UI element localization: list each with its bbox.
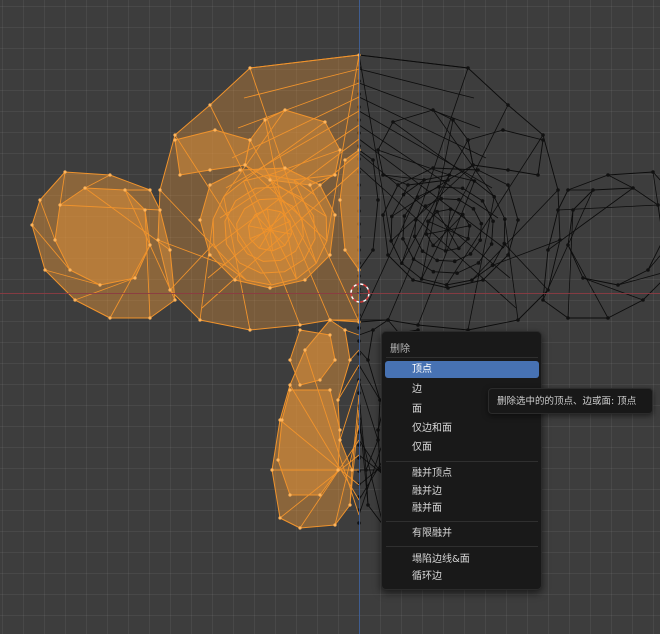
menu-item-dissolve-faces[interactable]: 融并面 <box>385 500 539 517</box>
menu-item-dissolve-edges[interactable]: 融并边 <box>385 483 539 500</box>
menu-item-limited-dissolve[interactable]: 有限融并 <box>385 525 539 542</box>
menu-item-dissolve-vertices[interactable]: 融并顶点 <box>385 465 539 482</box>
menu-title: 删除 <box>390 344 410 355</box>
menu-separator <box>386 357 538 358</box>
menu-item-collapse-edges-faces[interactable]: 塌陷边线&面 <box>385 551 539 568</box>
selected-mesh-half <box>30 53 361 530</box>
menu-separator <box>386 546 538 547</box>
x-axis-line <box>0 293 660 294</box>
menu-item-only-edges-faces[interactable]: 仅边和面 <box>385 420 539 437</box>
menu-separator <box>386 461 538 462</box>
3d-viewport[interactable] <box>0 0 660 634</box>
menu-tooltip: 删除选中的的顶点、边或面: 顶点 <box>488 388 653 414</box>
menu-item-only-faces[interactable]: 仅面 <box>385 439 539 456</box>
y-axis-line <box>359 0 360 634</box>
delete-context-menu: 删除 顶点 边 面 仅边和面 仅面 融并顶点 融并边 融并面 有限融并 塌陷边线… <box>381 331 542 590</box>
mesh-scene[interactable] <box>0 0 660 634</box>
menu-item-edge-loops[interactable]: 循环边 <box>385 568 539 585</box>
menu-item-vertices[interactable]: 顶点 <box>385 361 539 378</box>
menu-separator <box>386 521 538 522</box>
